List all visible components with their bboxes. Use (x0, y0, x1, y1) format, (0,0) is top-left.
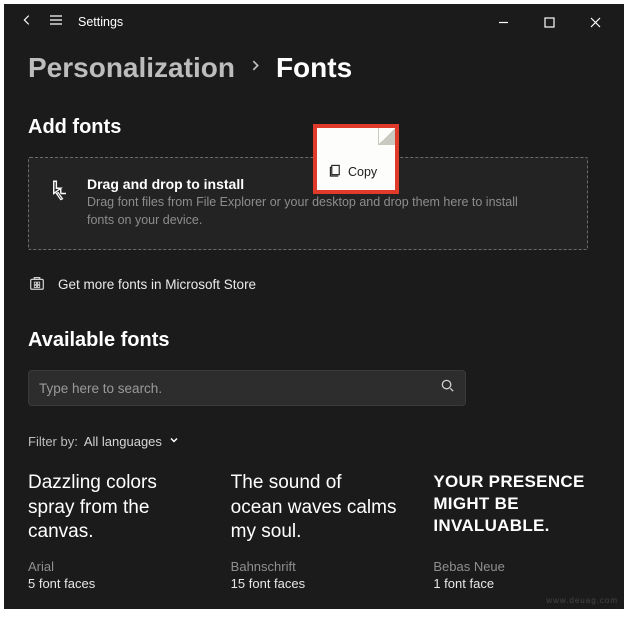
maximize-button[interactable] (526, 4, 572, 40)
font-faces: 5 font faces (28, 576, 195, 591)
font-grid: Dazzling colors spray from the canvas. A… (28, 471, 600, 591)
back-button[interactable] (20, 13, 34, 32)
font-dropzone[interactable]: Drag and drop to install Drag font files… (28, 157, 588, 250)
font-preview: The sound of ocean waves calms my soul. (231, 471, 398, 553)
dropzone-subtitle: Drag font files from File Explorer or yo… (87, 194, 527, 229)
chevron-down-icon (168, 434, 180, 449)
store-link-label: Get more fonts in Microsoft Store (58, 277, 256, 292)
font-name: Bahnschrift (231, 559, 398, 574)
store-icon (28, 274, 46, 295)
available-fonts-heading: Available fonts (28, 329, 600, 352)
drag-copy-tooltip: Copy (313, 124, 399, 194)
filter-row[interactable]: Filter by: All languages (28, 434, 600, 449)
font-faces: 15 font faces (231, 576, 398, 591)
font-card-bahnschrift[interactable]: The sound of ocean waves calms my soul. … (231, 471, 398, 591)
close-button[interactable] (572, 4, 618, 40)
chevron-right-icon (249, 59, 262, 77)
font-name: Arial (28, 559, 195, 574)
search-icon[interactable] (440, 378, 455, 398)
dropzone-title: Drag and drop to install (87, 176, 527, 192)
breadcrumb: Personalization Fonts (28, 52, 600, 84)
titlebar: Settings (4, 4, 624, 40)
font-name: Bebas Neue (433, 559, 600, 574)
font-search[interactable] (28, 370, 466, 406)
drag-drop-icon (45, 176, 73, 209)
search-input[interactable] (39, 381, 440, 396)
font-card-bebas-neue[interactable]: Your presence might be invaluable. Bebas… (433, 471, 600, 591)
font-preview: Your presence might be invaluable. (433, 471, 600, 553)
copy-label: Copy (348, 165, 377, 179)
breadcrumb-current: Fonts (276, 52, 352, 84)
font-card-arial[interactable]: Dazzling colors spray from the canvas. A… (28, 471, 195, 591)
drag-note-icon: Copy (317, 128, 395, 190)
menu-button[interactable] (48, 12, 64, 33)
copy-icon (329, 164, 342, 180)
filter-label: Filter by: (28, 434, 78, 449)
font-faces: 1 font face (433, 576, 600, 591)
filter-value: All languages (84, 434, 162, 449)
window-title: Settings (78, 15, 123, 29)
minimize-button[interactable] (480, 4, 526, 40)
breadcrumb-parent[interactable]: Personalization (28, 52, 235, 84)
microsoft-store-link[interactable]: Get more fonts in Microsoft Store (28, 270, 600, 299)
font-preview: Dazzling colors spray from the canvas. (28, 471, 195, 553)
watermark: www.deuag.com (546, 596, 618, 605)
settings-window: Settings Personalization Fonts Add fonts (4, 4, 624, 609)
